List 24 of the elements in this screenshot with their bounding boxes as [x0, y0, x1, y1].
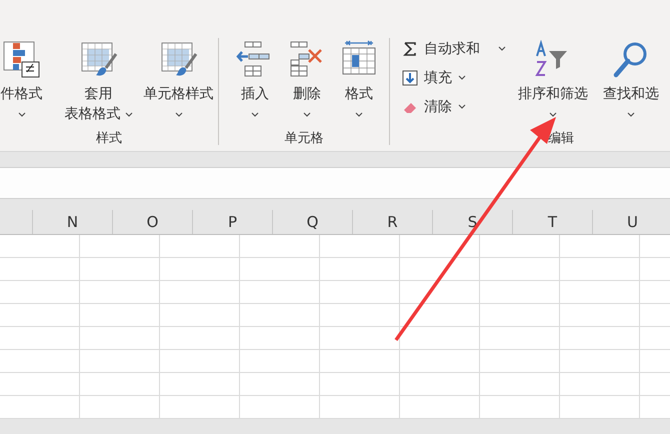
sigma-icon — [402, 40, 418, 56]
column-header[interactable]: Q — [273, 210, 353, 234]
column-header[interactable]: T — [513, 210, 593, 234]
column-header[interactable]: P — [193, 210, 273, 234]
conditional-format-icon — [2, 40, 42, 80]
ribbon-button[interactable]: 插入 — [229, 40, 281, 117]
formula-bar[interactable] — [0, 167, 670, 199]
ribbon-button[interactable]: 填充 — [400, 65, 508, 90]
ribbon-button[interactable]: 查找和选 — [592, 40, 670, 117]
ribbon-button[interactable]: 件格式 — [0, 40, 46, 117]
column-header[interactable]: O — [113, 210, 193, 234]
column-header[interactable]: S — [433, 210, 513, 234]
group-label: 单元格 — [284, 130, 324, 148]
column-header[interactable]: U — [593, 210, 670, 234]
column-header[interactable]: N — [33, 210, 113, 234]
ribbon-button[interactable]: 格式 — [333, 40, 385, 117]
ribbon-button[interactable]: 删除 — [281, 40, 333, 117]
ribbon-button[interactable]: 单元格样式 — [138, 40, 218, 117]
ribbon-button[interactable]: 自动求和 — [400, 36, 508, 61]
ribbon-button[interactable]: 套用 表格格式 — [58, 40, 138, 124]
group-label: 样式 — [96, 130, 122, 148]
ribbon-button[interactable]: 清除 — [400, 94, 508, 119]
ribbon-button[interactable]: 排序和筛选 — [514, 40, 592, 117]
column-header[interactable]: R — [353, 210, 433, 234]
